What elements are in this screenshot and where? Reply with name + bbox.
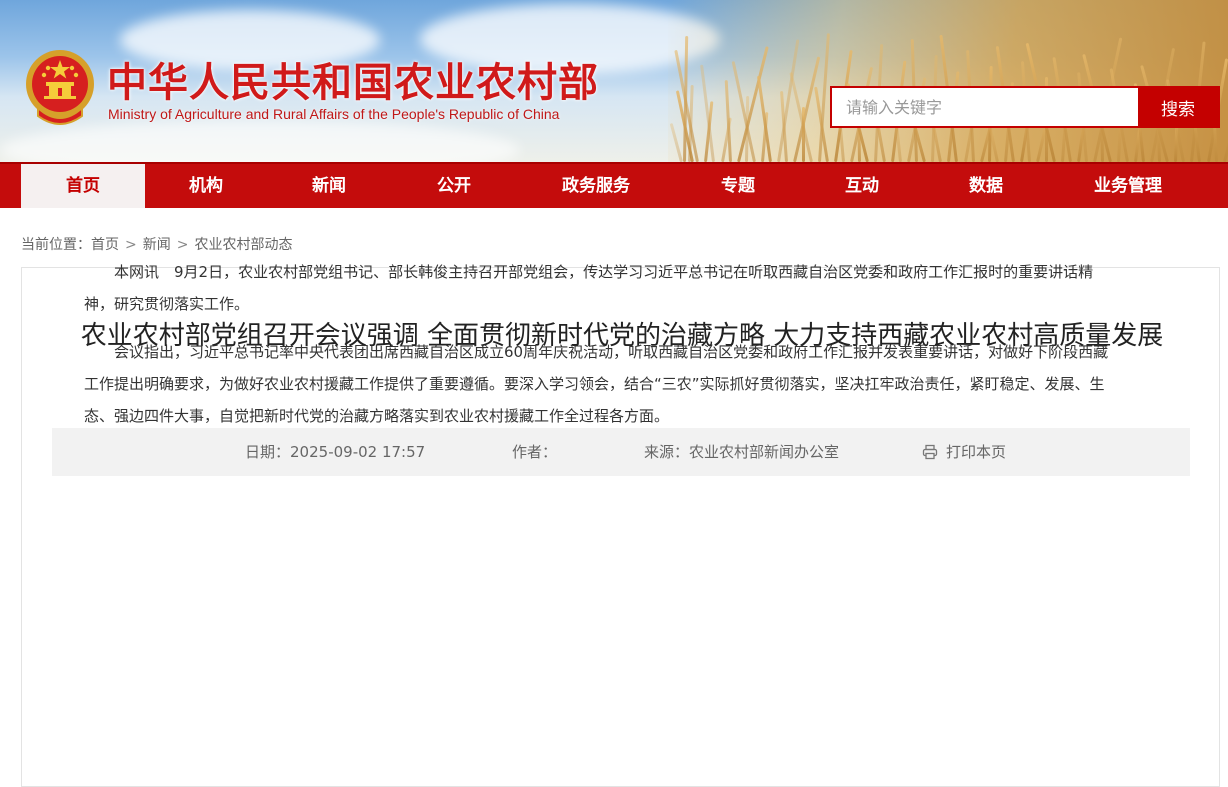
breadcrumb-section-link[interactable]: 农业农村部动态 bbox=[194, 237, 292, 253]
site-title-cn: 中华人民共和国农业农村部 bbox=[107, 59, 599, 106]
breadcrumb-news-link[interactable]: 新闻 bbox=[143, 237, 171, 253]
nav-item-news[interactable]: 新闻 bbox=[267, 164, 391, 208]
nav-item-disclosure[interactable]: 公开 bbox=[391, 164, 517, 208]
article-paragraph: 会议指出，习近平总书记率中央代表团出席西藏自治区成立60周年庆祝活动，听取西藏自… bbox=[84, 343, 1109, 425]
nav-item-topics[interactable]: 专题 bbox=[675, 164, 801, 208]
nav-item-gov-services[interactable]: 政务服务 bbox=[517, 164, 675, 208]
nav-item-home[interactable]: 首页 bbox=[21, 164, 145, 208]
article-body: 本网讯 9月2日，农业农村部党组书记、部长韩俊主持召开部党组会，传达学习习近平总… bbox=[84, 256, 1118, 448]
header-banner: 中华人民共和国农业农村部 Ministry of Agriculture and… bbox=[0, 0, 1228, 162]
search-button[interactable]: 搜索 bbox=[1138, 88, 1218, 126]
breadcrumb: 当前位置：首页 > 新闻 > 农业农村部动态 bbox=[21, 234, 292, 254]
nav-item-business[interactable]: 业务管理 bbox=[1049, 164, 1207, 208]
national-emblem-icon bbox=[26, 50, 94, 125]
nav-item-interaction[interactable]: 互动 bbox=[801, 164, 923, 208]
breadcrumb-prefix: 当前位置： bbox=[21, 237, 91, 253]
breadcrumb-home-link[interactable]: 首页 bbox=[91, 237, 119, 253]
search-box: 搜索 bbox=[830, 86, 1220, 128]
search-input[interactable] bbox=[832, 88, 1138, 126]
main-nav: 首页 机构 新闻 公开 政务服务 专题 互动 数据 业务管理 bbox=[0, 162, 1228, 208]
site-title-en: Ministry of Agriculture and Rural Affair… bbox=[108, 106, 560, 122]
breadcrumb-separator: > bbox=[176, 237, 189, 253]
article-paragraph: 本网讯 9月2日，农业农村部党组书记、部长韩俊主持召开部党组会，传达学习习近平总… bbox=[84, 263, 1094, 313]
nav-item-data[interactable]: 数据 bbox=[923, 164, 1049, 208]
breadcrumb-separator: > bbox=[125, 237, 137, 253]
nav-item-organization[interactable]: 机构 bbox=[145, 164, 267, 208]
